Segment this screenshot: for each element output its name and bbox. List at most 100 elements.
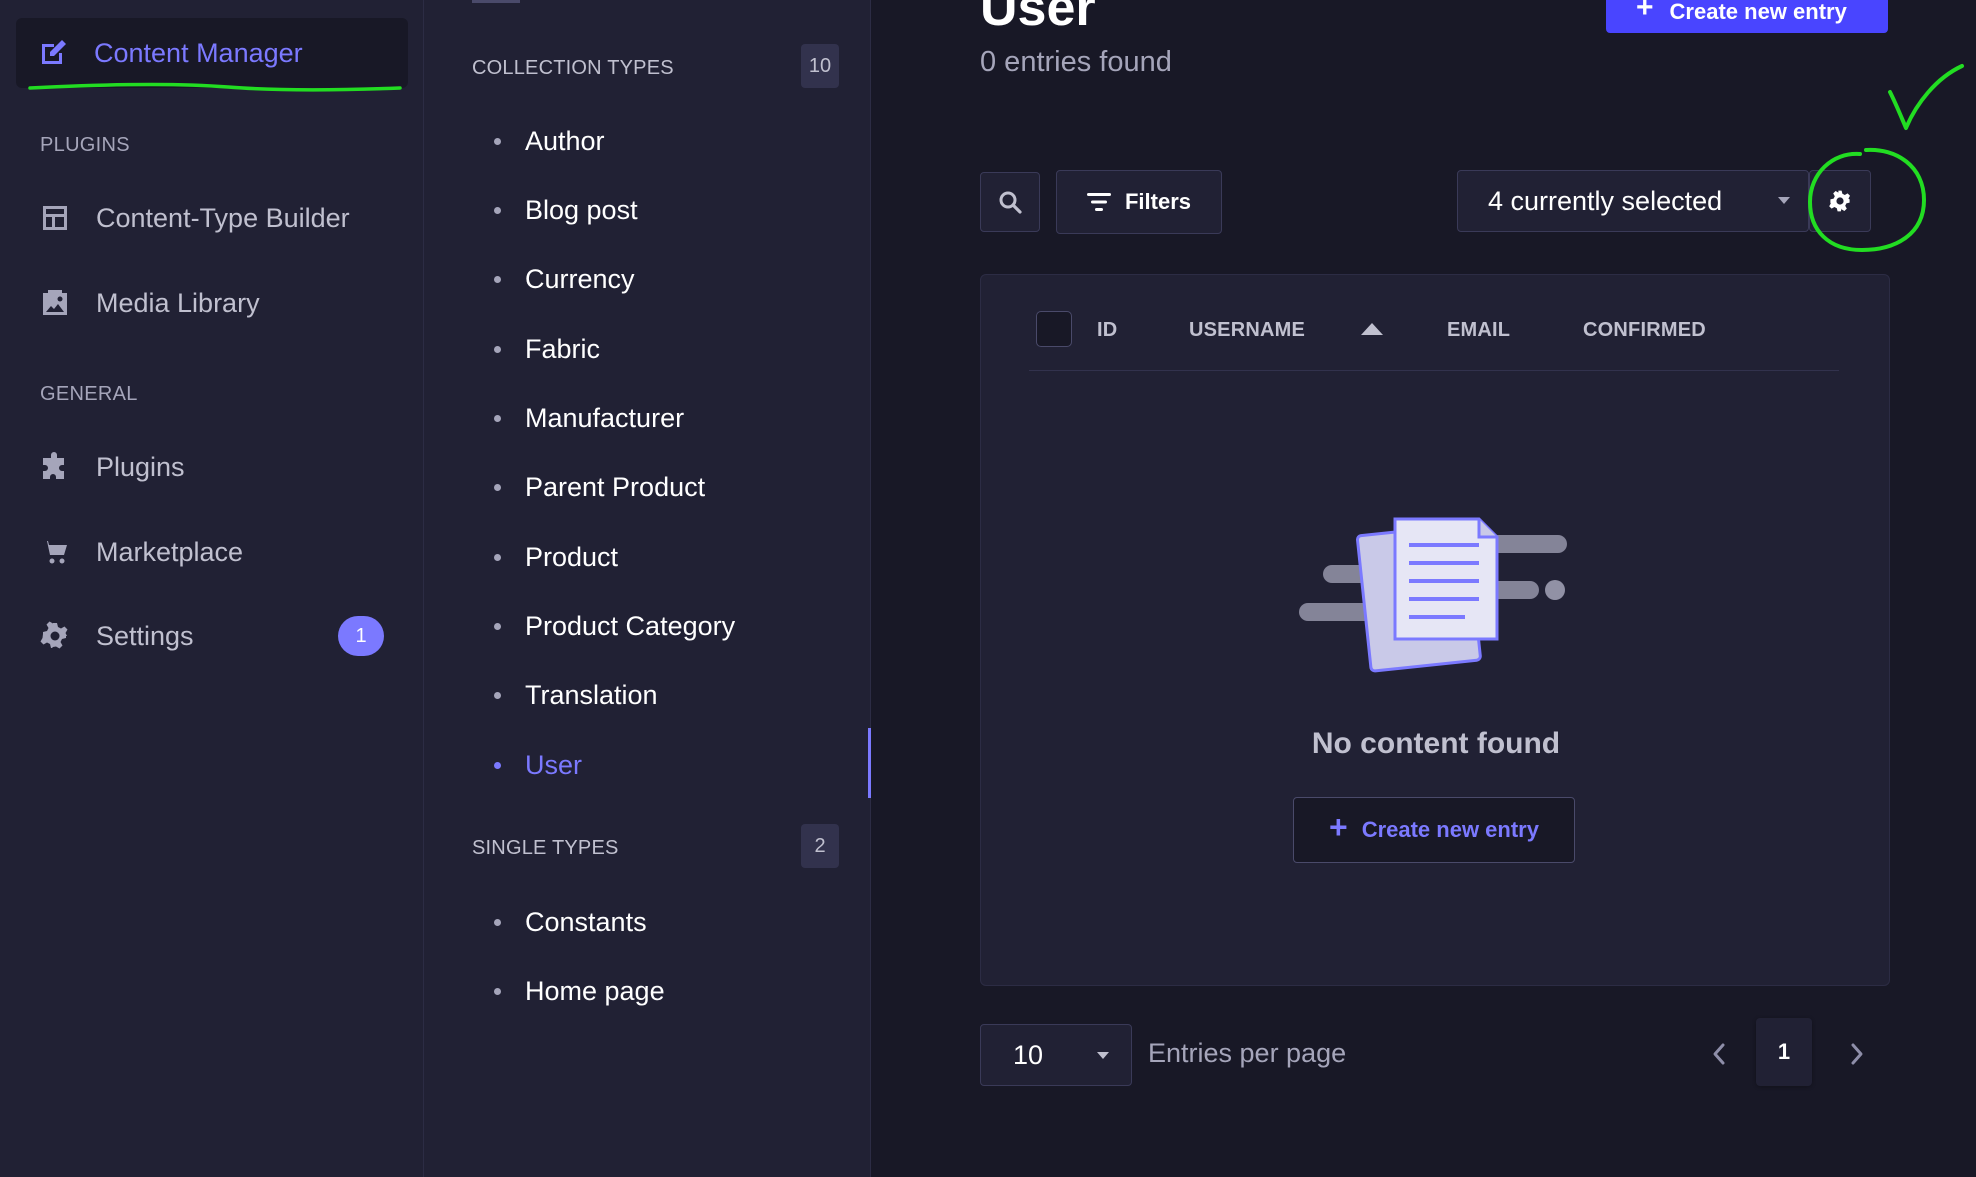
single-types-title: SINGLE TYPES	[472, 837, 619, 859]
active-indicator	[868, 728, 871, 798]
bullet-icon	[494, 691, 501, 699]
page-title: User	[980, 0, 1096, 37]
layout-icon	[40, 203, 70, 233]
collection-item-label: User	[525, 749, 583, 780]
collection-item-label: Fabric	[525, 333, 601, 364]
collection-item-product-category[interactable]: Product Category	[494, 601, 735, 651]
chevron-right-icon	[1851, 1043, 1863, 1065]
page-number-button[interactable]: 1	[1756, 1018, 1812, 1086]
single-item-label: Constants	[525, 906, 647, 937]
nav-marketplace[interactable]: Marketplace	[40, 527, 390, 577]
entries-count: 0 entries found	[980, 46, 1172, 78]
collection-types-count: 10	[801, 44, 839, 88]
nav-media-library[interactable]: Media Library	[40, 278, 390, 328]
bullet-icon	[494, 206, 501, 214]
divider	[472, 0, 520, 3]
annotation-circle	[1807, 147, 1927, 253]
section-title-plugins: PLUGINS	[40, 134, 130, 156]
collection-item-label: Parent Product	[525, 471, 706, 502]
bullet-icon	[494, 987, 501, 995]
nav-media-library-label: Media Library	[96, 287, 260, 318]
bullet-icon	[494, 553, 501, 561]
collection-item-label: Currency	[525, 263, 635, 294]
collection-item-user[interactable]: User	[494, 740, 582, 790]
collection-item-label: Manufacturer	[525, 402, 685, 433]
collection-item-fabric[interactable]: Fabric	[494, 324, 600, 374]
nav-plugins[interactable]: Plugins	[40, 442, 390, 492]
annotation-underline	[28, 82, 402, 92]
settings-badge: 1	[338, 616, 384, 656]
collection-item-blog-post[interactable]: Blog post	[494, 185, 638, 235]
column-header-confirmed[interactable]: CONFIRMED	[1583, 319, 1706, 342]
main-content: User 0 entries found + Create new entry …	[872, 0, 1976, 1177]
collection-item-product[interactable]: Product	[494, 532, 618, 582]
previous-page-button[interactable]	[1704, 1034, 1734, 1074]
collection-item-label: Author	[525, 125, 605, 156]
cart-icon	[40, 537, 70, 567]
columns-select[interactable]: 4 currently selected	[1457, 170, 1809, 232]
nav-settings-label: Settings	[96, 620, 194, 651]
empty-state-message: No content found	[1311, 727, 1561, 760]
filters-label: Filters	[1124, 189, 1192, 214]
bullet-icon	[494, 761, 501, 769]
bullet-icon	[494, 345, 501, 353]
columns-select-value: 4 currently selected	[1488, 185, 1723, 216]
per-page-value: 10	[1013, 1039, 1044, 1070]
main-sidebar: Content Manager PLUGINS Content-Type Bui…	[0, 0, 424, 1177]
bullet-icon	[494, 483, 501, 491]
sort-ascending-icon[interactable]	[1361, 323, 1383, 335]
collection-item-parent-product[interactable]: Parent Product	[494, 462, 705, 512]
table-header: ID USERNAME EMAIL CONFIRMED	[1029, 311, 1839, 371]
plus-icon: +	[1329, 808, 1348, 845]
single-types-count: 2	[801, 824, 839, 868]
bullet-icon	[494, 275, 501, 283]
collection-item-currency[interactable]: Currency	[494, 254, 635, 304]
single-item-constants[interactable]: Constants	[494, 897, 647, 947]
create-new-entry-button[interactable]: + Create new entry	[1606, 0, 1888, 33]
empty-create-entry-label: Create new entry	[1361, 817, 1539, 842]
nav-plugins-label: Plugins	[96, 451, 185, 482]
entries-per-page-select[interactable]: 10	[980, 1024, 1132, 1086]
create-new-entry-label: Create new entry	[1669, 0, 1847, 24]
entries-table: ID USERNAME EMAIL CONFIRMED No content f…	[980, 274, 1890, 986]
filters-button[interactable]: Filters	[1056, 170, 1222, 234]
content-types-panel: COLLECTION TYPES 10 Author Blog post Cur…	[424, 0, 871, 1177]
annotation-checkmark	[1888, 64, 1964, 130]
entries-per-page-label: Entries per page	[1148, 1038, 1347, 1068]
collection-item-author[interactable]: Author	[494, 116, 605, 166]
single-item-home-page[interactable]: Home page	[494, 966, 665, 1016]
collection-types-title: COLLECTION TYPES	[472, 57, 674, 79]
collection-item-label: Translation	[525, 679, 658, 710]
chevron-down-icon	[1778, 197, 1790, 204]
collection-item-translation[interactable]: Translation	[494, 670, 658, 720]
nav-marketplace-label: Marketplace	[96, 536, 244, 567]
pencil-note-icon	[38, 38, 68, 68]
column-header-id[interactable]: ID	[1097, 319, 1117, 342]
bullet-icon	[494, 622, 501, 630]
plus-icon: +	[1636, 0, 1654, 24]
nav-content-manager[interactable]: Content Manager	[16, 18, 408, 88]
search-button[interactable]	[980, 172, 1040, 232]
bullet-icon	[494, 918, 501, 926]
search-icon	[999, 191, 1022, 214]
bullet-icon	[494, 137, 501, 145]
nav-content-type-builder-label: Content-Type Builder	[96, 202, 350, 233]
collection-item-label: Product Category	[525, 610, 736, 641]
bullet-icon	[494, 414, 501, 422]
collection-item-manufacturer[interactable]: Manufacturer	[494, 393, 684, 443]
column-header-username[interactable]: USERNAME	[1189, 319, 1305, 342]
chevron-left-icon	[1713, 1043, 1725, 1065]
empty-documents-illustration-icon	[1299, 517, 1567, 673]
empty-create-entry-button[interactable]: + Create new entry	[1293, 797, 1575, 863]
section-title-general: GENERAL	[40, 383, 138, 405]
select-all-checkbox[interactable]	[1036, 311, 1072, 347]
nav-content-type-builder[interactable]: Content-Type Builder	[40, 193, 390, 243]
puzzle-icon	[40, 452, 70, 482]
column-header-email[interactable]: EMAIL	[1447, 319, 1510, 342]
collection-item-label: Product	[525, 541, 619, 572]
gear-icon	[40, 621, 70, 651]
nav-content-manager-label: Content Manager	[94, 37, 303, 68]
filter-icon	[1086, 193, 1111, 211]
next-page-button[interactable]	[1842, 1034, 1872, 1074]
collection-item-label: Blog post	[525, 194, 638, 225]
